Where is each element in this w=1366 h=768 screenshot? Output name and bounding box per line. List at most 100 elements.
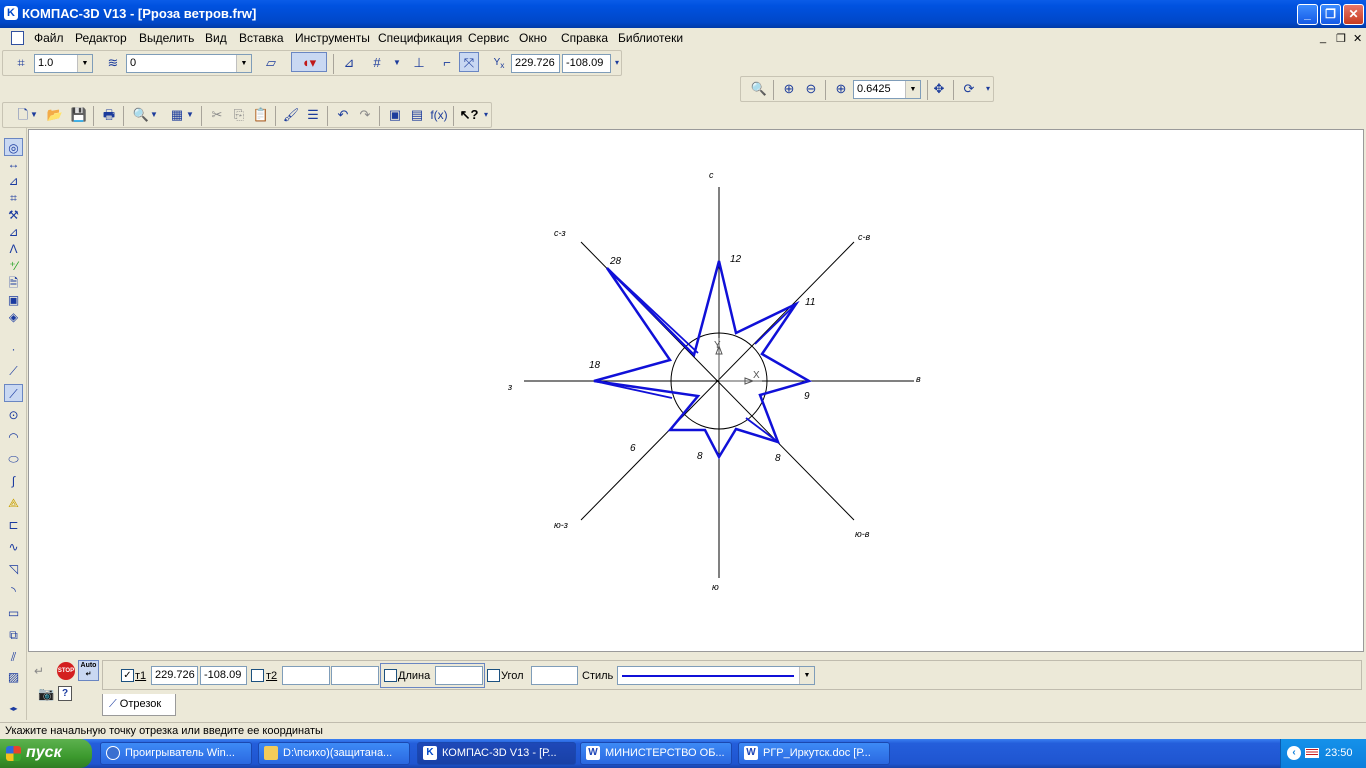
editing-panel-icon[interactable]: ⌗	[4, 189, 23, 207]
t2-y-field[interactable]	[331, 666, 379, 685]
t2-x-field[interactable]	[282, 666, 330, 685]
variables-icon[interactable]: ▤	[407, 105, 427, 125]
menu-insert[interactable]: Вставка	[239, 31, 284, 45]
task-media-player[interactable]: Проигрыватель Win...	[100, 742, 252, 765]
snap-step-icon[interactable]: ⌗	[11, 53, 31, 73]
menu-edit[interactable]: Редактор	[75, 31, 127, 45]
menu-tools[interactable]: Инструменты	[295, 31, 370, 45]
pan-icon[interactable]: ✥	[929, 79, 949, 99]
circle-icon[interactable]: ⊙	[4, 406, 23, 424]
grid-icon[interactable]: #	[367, 53, 387, 73]
menu-select[interactable]: Выделить	[139, 31, 194, 45]
hatch-icon[interactable]: ⧉	[4, 626, 23, 644]
angle-field[interactable]	[531, 666, 578, 685]
snaps-button[interactable]: ◖▾	[291, 52, 327, 72]
fillet-icon[interactable]: ◝	[4, 582, 23, 600]
style-select[interactable]: ▼	[617, 666, 815, 685]
dimensions-panel-icon[interactable]: ↔	[4, 155, 23, 173]
toolbar-options-icon[interactable]: ▾	[983, 79, 993, 99]
reports-icon[interactable]: ▣	[4, 291, 23, 309]
specification-icon[interactable]: 🗎	[4, 274, 23, 292]
bezier-icon[interactable]: ∿	[4, 538, 23, 556]
copy-icon[interactable]: ⎘	[229, 105, 249, 125]
menu-file[interactable]: Файл	[34, 31, 64, 45]
new-dropdown-icon[interactable]: ▼	[29, 105, 39, 125]
menu-specification[interactable]: Спецификация	[378, 31, 462, 45]
task-word-rgr[interactable]: W РГР_Иркутск.doc [Р...	[738, 742, 890, 765]
equidistant-icon[interactable]: ⫽	[4, 648, 23, 666]
zoom-field[interactable]: 0.6425 ▼	[853, 80, 921, 99]
enter-arrow-icon[interactable]: ↵	[34, 664, 44, 678]
layers-icon[interactable]: ≋	[103, 53, 123, 73]
length-checkbox[interactable]	[384, 669, 397, 682]
auxiliary-line-icon[interactable]: ⟋	[4, 362, 23, 380]
rectangle-icon[interactable]: ▭	[4, 604, 23, 622]
mdi-restore-icon[interactable]: ❐	[1336, 32, 1346, 45]
refresh-view-icon[interactable]: ⟳	[959, 79, 979, 99]
zoom-out-icon[interactable]: ⊖	[801, 79, 821, 99]
save-icon[interactable]: 💾	[69, 105, 89, 125]
close-button[interactable]: ✕	[1343, 4, 1364, 25]
document-icon[interactable]	[11, 31, 24, 45]
task-kompas[interactable]: K КОМПАС-3D V13 - [Р...	[417, 742, 576, 765]
fill-icon[interactable]: ▨	[4, 668, 23, 686]
point-icon[interactable]: ·	[4, 340, 23, 358]
t1-y-field[interactable]: -108.09	[200, 666, 247, 685]
scroll-arrows-icon[interactable]: ◂▸	[4, 700, 23, 718]
tray-expand-icon[interactable]: ‹	[1287, 746, 1301, 760]
ortho-icon[interactable]: ⊿	[339, 53, 359, 73]
toolbar-options-icon[interactable]: ▾	[481, 105, 491, 125]
layer-field[interactable]: 0 ▼	[126, 54, 252, 73]
mdi-minimize-icon[interactable]: _	[1320, 32, 1326, 44]
tab-segment[interactable]: ⟋ Отрезок	[102, 694, 176, 716]
copy-properties-icon[interactable]: 🖌	[281, 105, 301, 125]
coord-x-field[interactable]: 229.726	[511, 54, 560, 73]
contour-icon[interactable]: ⊏	[4, 516, 23, 534]
segment-icon[interactable]: ⟋	[4, 384, 23, 402]
drawing-canvas[interactable]: Y X с с-в в ю-в ю ю-з з с-з 12 11 9 8 8 …	[28, 129, 1364, 652]
start-button[interactable]: пуск	[0, 739, 92, 768]
t1-checkbox[interactable]: ✓	[121, 669, 134, 682]
cut-icon[interactable]: ✂	[207, 105, 227, 125]
restore-button[interactable]: ❐	[1320, 4, 1341, 25]
step-field[interactable]: 1.0 ▼	[34, 54, 93, 73]
zoom-window-icon[interactable]: 🔍	[749, 79, 769, 99]
preview-icon[interactable]: 🔍	[131, 105, 151, 125]
length-field[interactable]	[435, 666, 483, 685]
help-pointer-icon[interactable]: ↖?	[459, 105, 479, 125]
stop-button[interactable]: STOP	[57, 662, 75, 680]
ellipse-icon[interactable]: ⬭	[4, 450, 23, 468]
properties-icon[interactable]: ☰	[303, 105, 323, 125]
auto-create-button[interactable]: Auto ↵	[78, 660, 99, 681]
language-flag-icon[interactable]	[1305, 748, 1319, 758]
grid-dropdown-icon[interactable]: ▼	[387, 53, 407, 73]
ortho-mode-icon[interactable]: ⌐	[437, 53, 457, 73]
zoom-scale-icon[interactable]: ⊕	[831, 79, 851, 99]
zoom-in-icon[interactable]: ⊕	[779, 79, 799, 99]
menu-window[interactable]: Окно	[519, 31, 547, 45]
task-explorer-folder[interactable]: D:\психо)(защитана...	[258, 742, 410, 765]
open-folder-icon[interactable]: 📂	[45, 105, 65, 125]
help-icon[interactable]: ?	[58, 686, 72, 701]
t1-x-field[interactable]: 229.726	[151, 666, 198, 685]
geometry-panel-icon[interactable]: ◎	[4, 138, 23, 156]
menu-libraries[interactable]: Библиотеки	[618, 31, 683, 45]
measurements-panel-icon[interactable]: ⊿	[4, 223, 23, 241]
spline-icon[interactable]: ∫	[4, 472, 23, 490]
arc-icon[interactable]: ◠	[4, 428, 23, 446]
preview-dropdown-icon[interactable]: ▼	[149, 105, 159, 125]
parametric-mode-icon[interactable]: ⤧	[459, 52, 479, 72]
redo-icon[interactable]: ↷	[355, 105, 375, 125]
fx-icon[interactable]: f(x)	[429, 105, 449, 125]
undo-icon[interactable]: ↶	[333, 105, 353, 125]
menu-view[interactable]: Вид	[205, 31, 227, 45]
chamfer-icon[interactable]: ◹	[4, 560, 23, 578]
local-cs-icon[interactable]: ⊥	[409, 53, 429, 73]
print-icon[interactable]: 🖶	[99, 105, 119, 125]
style-dropdown-icon[interactable]: ▼	[799, 667, 814, 684]
angle-checkbox[interactable]	[487, 669, 500, 682]
polyline-icon[interactable]: ⟁	[4, 494, 23, 512]
coord-y-field[interactable]: -108.09	[562, 54, 611, 73]
manager-icon[interactable]: ▦	[167, 105, 187, 125]
t2-checkbox[interactable]	[251, 669, 264, 682]
